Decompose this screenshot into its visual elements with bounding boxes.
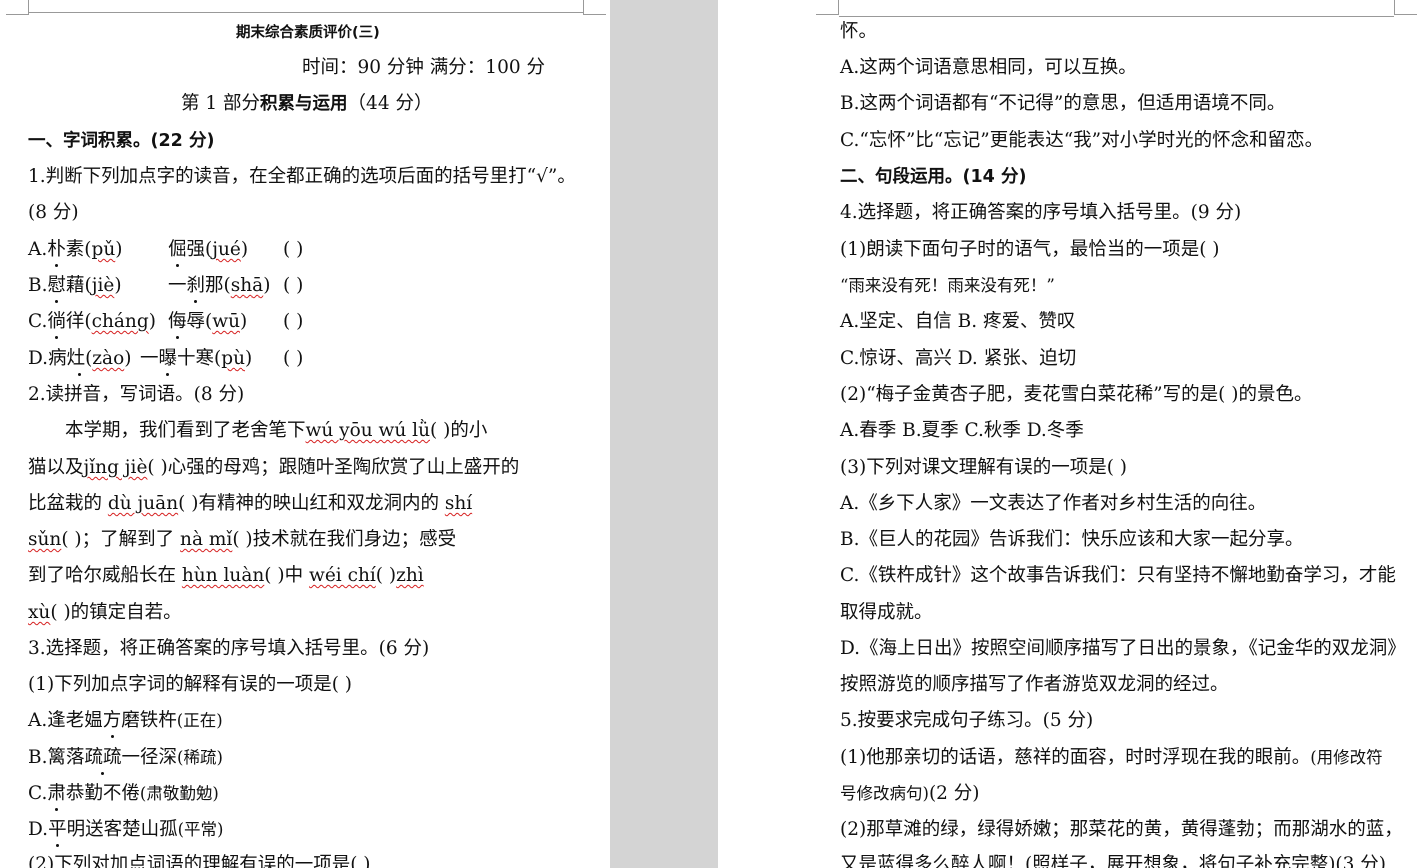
section-1-heading: 一、字词积累。(22 分) xyxy=(28,131,215,151)
question-3: 3.选择题，将正确答案的序号填入括号里。(6 分) xyxy=(28,638,430,659)
part-heading: 第 1 部分积累与运用（44 分） xyxy=(181,93,433,114)
q3-option-a: A.逢老媪方磨铁杵(正在) xyxy=(28,710,223,738)
q2-line-4: sǔn( )；了解到了 nà mǐ( )技术就在我们身边；感受 xyxy=(28,529,457,550)
question-4: 4.选择题，将正确答案的序号填入括号里。(9 分) xyxy=(840,202,1242,223)
question-5-2-cont: 又是蓝得多么醉人啊！(照样子，展开想象，将句子补充完整)(3 分) xyxy=(840,854,1387,868)
q1-option-d: D.病灶(zào) 一曝十寒(pù) ( ) xyxy=(28,348,304,376)
crop-mark xyxy=(816,0,839,15)
q2-line-5: 到了哈尔威船长在 hùn luàn( )中 wéi chí( )zhì xyxy=(28,565,424,586)
q4-3-option-d: D.《海上日出》按照空间顺序描写了日出的景象，《记金华的双龙洞》 xyxy=(840,638,1406,659)
crop-mark xyxy=(1394,0,1417,15)
margin-line xyxy=(28,12,583,13)
question-1-score: (8 分) xyxy=(28,202,79,223)
exam-time-score: 时间：90 分钟 满分：100 分 xyxy=(302,57,545,78)
question-4-2: (2)“梅子金黄杏子肥，麦花雪白菜花稀”写的是( )的景色。 xyxy=(840,384,1313,405)
crop-mark xyxy=(583,0,606,15)
q2-line-1: 本学期，我们看到了老舍笔下wú yōu wú lǜ( )的小 xyxy=(65,420,488,441)
question-4-1: (1)朗读下面句子时的语气，最恰当的一项是( ) xyxy=(840,239,1220,260)
option-c: C.“忘怀”比“忘记”更能表达“我”对小学时光的怀念和留恋。 xyxy=(840,130,1324,151)
q3-option-c: C.肃恭勤不倦(肃敬勤勉) xyxy=(28,783,219,811)
q4-1-options-cd: C.惊讶、高兴 D. 紧张、迫切 xyxy=(840,348,1077,369)
q4-3-option-d-cont: 按照游览的顺序描写了作者游览双龙洞的经过。 xyxy=(840,674,1229,695)
q4-1-options-ab: A.坚定、自信 B. 疼爱、赞叹 xyxy=(840,311,1076,332)
crop-mark xyxy=(6,0,29,15)
question-5-1: (1)他那亲切的话语，慈祥的面容，时时浮现在我的眼前。(用修改符 xyxy=(840,747,1383,768)
page-gap xyxy=(610,0,718,868)
option-a: A.这两个词语意思相同，可以互换。 xyxy=(840,57,1137,78)
q3-option-d: D.平明送客楚山孤(平常) xyxy=(28,819,224,847)
exam-title: 期末综合素质评价(三) xyxy=(236,25,380,41)
q2-line-6: xù( )的镇定自若。 xyxy=(28,602,182,623)
q4-3-option-c: C.《铁杵成针》这个故事告诉我们：只有坚持不懈地勤奋学习，才能 xyxy=(840,565,1396,586)
question-1: 1.判断下列加点字的读音，在全都正确的选项后面的括号里打“√”。 xyxy=(28,166,576,187)
document-page-right: 怀。 A.这两个词语意思相同，可以互换。 B.这两个词语都有“不记得”的意思，但… xyxy=(718,0,1426,868)
question-3-2: (2)下列对加点词语的理解有误的一项是( ) xyxy=(28,854,371,868)
section-2-heading: 二、句段运用。(14 分) xyxy=(840,167,1027,187)
question-4-3: (3)下列对课文理解有误的一项是( ) xyxy=(840,457,1128,478)
q4-3-option-c-cont: 取得成就。 xyxy=(840,602,933,623)
q4-3-option-b: B.《巨人的花园》告诉我们：快乐应该和大家一起分享。 xyxy=(840,529,1304,550)
question-3-1: (1)下列加点字词的解释有误的一项是( ) xyxy=(28,674,353,695)
margin-line xyxy=(839,16,1394,17)
q4-3-option-a: A.《乡下人家》一文表达了作者对乡村生活的向往。 xyxy=(840,493,1267,514)
q2-line-2: 猫以及jǐng jiè( )心强的母鸡；跟随叶圣陶欣赏了山上盛开的 xyxy=(28,457,520,478)
q1-option-a: A.朴素(pǔ) 倔强(jué) ( ) xyxy=(28,239,304,267)
q1-option-c: C.徜徉(cháng) 侮辱(wū) ( ) xyxy=(28,311,304,339)
question-2: 2.读拼音，写词语。(8 分) xyxy=(28,384,245,405)
continued-text: 怀。 xyxy=(840,21,878,42)
q4-2-options: A.春季 B.夏季 C.秋季 D.冬季 xyxy=(840,420,1084,441)
question-5: 5.按要求完成句子练习。(5 分) xyxy=(840,710,1094,731)
quote-sentence: “雨来没有死！雨来没有死！” xyxy=(840,276,1055,295)
q2-line-3: 比盆栽的 dù juān( )有精神的映山红和双龙洞内的 shí xyxy=(28,493,473,514)
question-5-2: (2)那草滩的绿，绿得娇嫩；那菜花的黄，黄得蓬勃；而那湖水的蓝， xyxy=(840,819,1403,840)
option-b: B.这两个词语都有“不记得”的意思，但适用语境不同。 xyxy=(840,93,1286,114)
question-5-1-cont: 号修改病句)(2 分) xyxy=(840,783,980,804)
document-page-left: 期末综合素质评价(三) 时间：90 分钟 满分：100 分 第 1 部分积累与运… xyxy=(0,0,610,868)
q1-option-b: B.慰藉(jiè) 一刹那(shā) ( ) xyxy=(28,275,304,303)
q3-option-b: B.篱落疏疏一径深(稀疏) xyxy=(28,747,223,775)
